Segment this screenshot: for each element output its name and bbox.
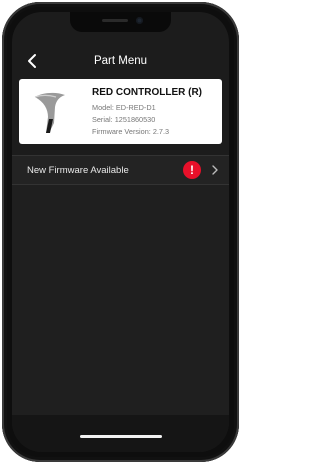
- page-title: Part Menu: [93, 55, 148, 67]
- chevron-right-icon: [212, 165, 218, 175]
- controller-lever-icon: [34, 92, 65, 133]
- phone-frame: Part Menu RED CONTROLLER (R) Model: ED-R…: [2, 2, 239, 462]
- alert-icon: !: [183, 161, 201, 179]
- firmware-update-label: New Firmware Available: [27, 165, 129, 176]
- firmware-update-row[interactable]: New Firmware Available !: [12, 156, 229, 184]
- app-screen: Part Menu RED CONTROLLER (R) Model: ED-R…: [12, 12, 229, 452]
- part-serial: Serial: 1251860530: [92, 115, 156, 124]
- home-indicator[interactable]: [80, 435, 162, 438]
- nav-header: Part Menu: [12, 50, 229, 74]
- front-camera: [136, 17, 143, 24]
- part-info-card: RED CONTROLLER (R) Model: ED-RED-D1 Seri…: [19, 79, 222, 144]
- part-model: Model: ED-RED-D1: [92, 103, 156, 112]
- part-details: RED CONTROLLER (R) Model: ED-RED-D1 Seri…: [92, 87, 202, 138]
- part-firmware-version: Firmware Version: 2.7.3: [92, 127, 170, 136]
- empty-content-area: [12, 185, 229, 415]
- device-notch: [70, 12, 171, 32]
- part-name: RED CONTROLLER (R): [92, 87, 202, 98]
- speaker-grille: [102, 19, 128, 22]
- bottom-bar: [12, 415, 229, 452]
